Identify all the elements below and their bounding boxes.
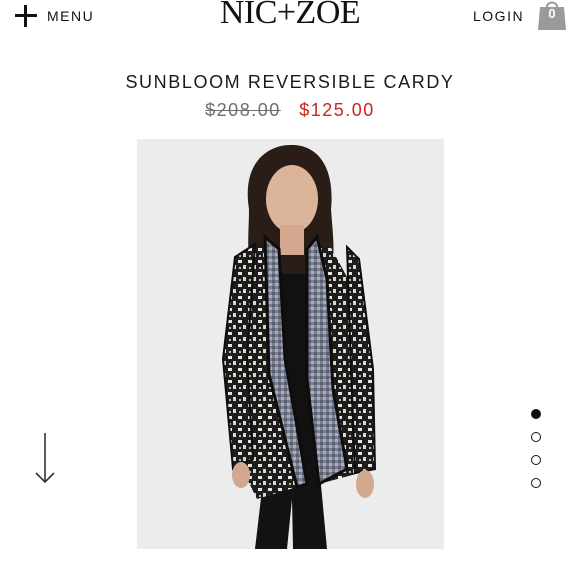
gallery-dot[interactable] [531, 478, 541, 488]
product-title: SUNBLOOM REVERSIBLE CARDY [125, 72, 455, 92]
login-link[interactable]: LOGIN [473, 8, 524, 24]
site-header: MENU NIC+ZOE LOGIN 0 [0, 0, 580, 40]
shopping-bag-button[interactable]: 0 [536, 0, 568, 30]
original-price: $208.00 [205, 100, 281, 120]
sale-price: $125.00 [299, 100, 375, 120]
price-block: $208.00 $125.00 [0, 100, 580, 121]
gallery-dot[interactable] [531, 409, 541, 419]
product-image[interactable] [137, 139, 444, 549]
cart-count-badge: 0 [548, 6, 556, 21]
model-wearing-cardigan-photo [137, 139, 444, 549]
gallery-dot[interactable] [531, 432, 541, 442]
gallery-pagination [531, 409, 543, 501]
scroll-down-arrow-icon[interactable] [33, 432, 57, 484]
gallery-dot[interactable] [531, 455, 541, 465]
